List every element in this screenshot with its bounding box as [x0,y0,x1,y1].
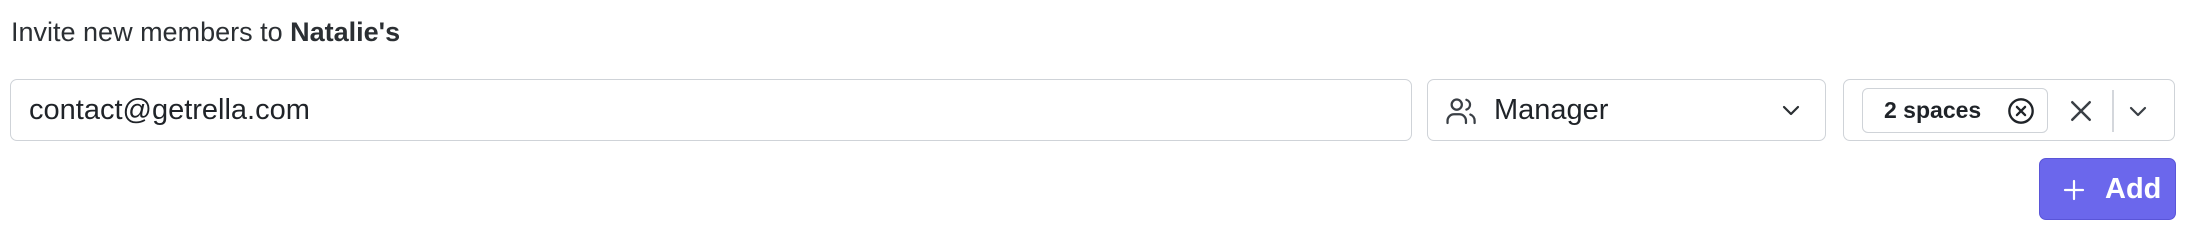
heading-prefix: Invite new members to [11,17,291,47]
add-button[interactable]: Add [2039,158,2176,220]
users-icon [1446,98,1476,125]
org-name: Natalie's [290,17,401,47]
role-select[interactable]: Manager [1427,79,1826,141]
invite-heading: Invite new members to Natalie's [11,14,400,50]
chevron-down-icon[interactable] [2126,99,2150,123]
spaces-chip: 2 spaces [1862,88,2048,133]
clear-icon[interactable] [2066,96,2096,126]
add-button-label: Add [2105,173,2162,205]
email-input[interactable] [29,80,1389,140]
divider [2112,90,2114,132]
plus-icon [2063,179,2085,201]
spaces-select[interactable]: 2 spaces [1843,79,2175,141]
remove-chip-icon[interactable] [2007,97,2035,125]
role-selected-label: Manager [1494,94,1609,126]
invite-members-panel: Invite new members to Natalie's Manager … [0,0,2186,240]
spaces-chip-label: 2 spaces [1884,97,1982,123]
email-field-container [10,79,1412,141]
chevron-down-icon [1782,105,1800,116]
